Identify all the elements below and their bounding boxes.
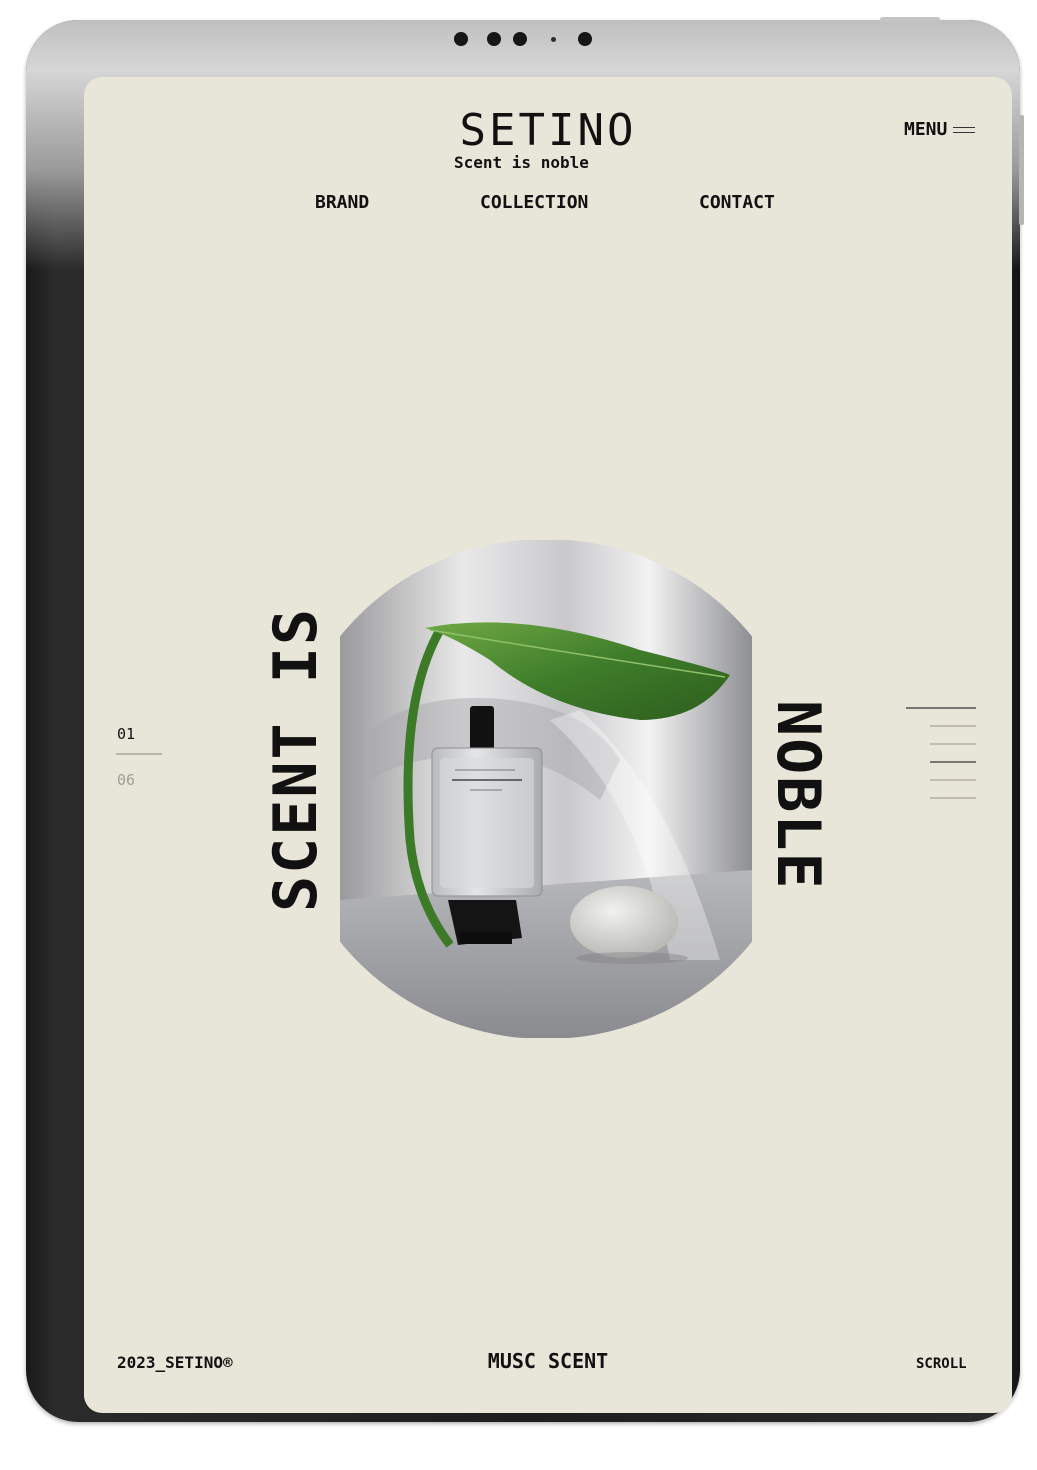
slide-current: 01: [117, 725, 136, 743]
camera-lens: [513, 32, 527, 46]
tablet-frame: SETINO Scent is noble MENU BRAND COLLECT…: [26, 17, 1024, 1422]
menu-label: MENU: [904, 119, 948, 140]
sensor-dot: [551, 37, 556, 42]
camera-lens: [578, 32, 592, 46]
nav-contact[interactable]: CONTACT: [699, 192, 775, 213]
hero-headline-right: NOBLE: [763, 700, 833, 891]
scroll-button[interactable]: SCROLL: [916, 1356, 967, 1372]
power-button: [880, 17, 940, 22]
scroll-line: [930, 761, 976, 763]
hero-product-image: [340, 540, 752, 1038]
footer-product-name: MUSC SCENT: [487, 1349, 609, 1373]
slide-divider: [116, 753, 162, 755]
scroll-line: [906, 707, 976, 709]
camera-lens: [454, 32, 468, 46]
volume-button: [1019, 115, 1024, 225]
scroll-line: [930, 797, 976, 799]
nav-brand[interactable]: BRAND: [315, 192, 369, 213]
camera-array: [451, 30, 601, 48]
slide-total: 06: [117, 771, 136, 789]
camera-lens: [487, 32, 501, 46]
brand-tagline: Scent is noble: [454, 153, 589, 172]
scroll-line: [930, 743, 976, 745]
menu-button[interactable]: MENU: [904, 119, 976, 140]
website-screen: SETINO Scent is noble MENU BRAND COLLECT…: [84, 77, 1012, 1413]
brand-logo[interactable]: SETINO: [84, 107, 1012, 155]
nav-collection[interactable]: COLLECTION: [480, 192, 588, 213]
hero-headline-left: SCENT IS: [261, 607, 331, 912]
perfume-illustration: [340, 540, 752, 1038]
scroll-line: [930, 725, 976, 727]
scroll-line: [930, 779, 976, 781]
hamburger-icon: [953, 125, 976, 135]
scroll-indicator: [904, 707, 976, 807]
